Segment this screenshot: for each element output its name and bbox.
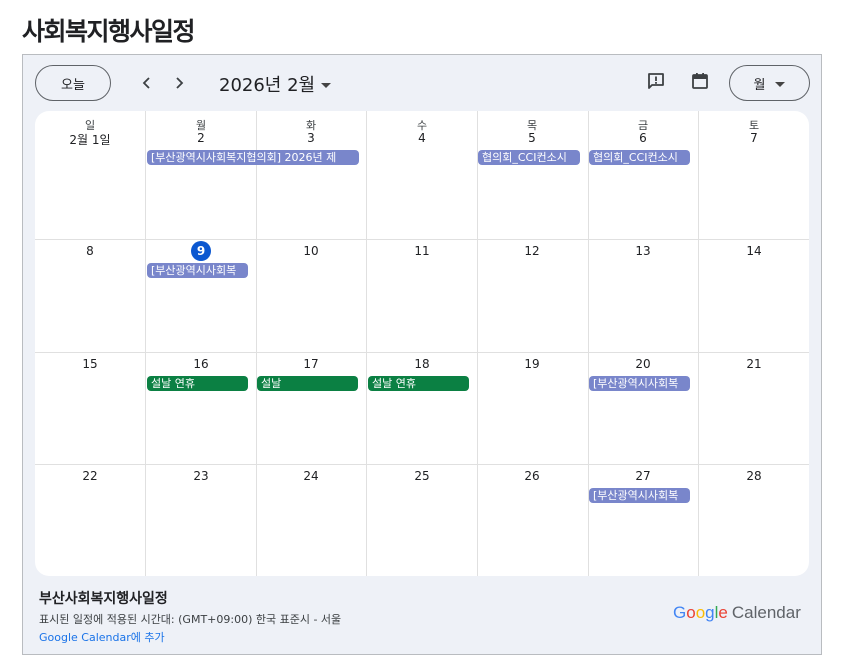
calendar-embed: 오늘 2026년 2월 월 일 월 화 수 목 금 토 2월 1일 2 3 4 … — [22, 54, 822, 655]
page-title: 사회복지행사일정 — [22, 17, 196, 46]
next-month-button[interactable] — [165, 69, 193, 97]
today-day-number[interactable]: 9 — [191, 241, 211, 261]
event-chip[interactable]: 설날 — [257, 376, 358, 391]
day-cell-number[interactable]: 27 — [588, 469, 698, 483]
calendar-wordmark: Calendar — [731, 603, 801, 622]
month-grid: 일 월 화 수 목 금 토 2월 1일 2 3 4 5 6 7 8 9 10 1… — [35, 111, 809, 576]
timezone-note: 표시된 일정에 적용된 시간대: (GMT+09:00) 한국 표준시 - 서울 — [39, 613, 342, 626]
day-cell-number[interactable]: 20 — [588, 357, 698, 371]
chevron-left-icon — [141, 74, 153, 93]
day-cell-number[interactable]: 10 — [256, 244, 366, 258]
view-mode-label: 월 — [753, 77, 766, 93]
event-chip[interactable]: 설날 연휴 — [147, 376, 248, 391]
chevron-right-icon — [173, 74, 185, 93]
day-cell-number[interactable]: 16 — [146, 357, 256, 371]
day-cell-number[interactable]: 13 — [588, 244, 698, 258]
prev-month-button[interactable] — [133, 69, 161, 97]
grid-divider — [256, 111, 257, 576]
add-to-google-calendar-link[interactable]: Google Calendar에 추가 — [39, 629, 165, 645]
event-chip[interactable]: [부산광역시사회복지협의회] 2026년 제 — [147, 150, 359, 165]
day-cell-number[interactable]: 15 — [35, 357, 145, 371]
event-chip[interactable]: [부산광역시사회복 — [147, 263, 248, 278]
day-cell-number[interactable]: 8 — [35, 244, 145, 258]
day-cell-number[interactable]: 23 — [146, 469, 256, 483]
day-cell-number[interactable]: 4 — [367, 131, 477, 145]
day-cell-number[interactable]: 17 — [256, 357, 366, 371]
dropdown-caret-icon — [775, 81, 786, 87]
day-cell-number[interactable]: 2월 1일 — [35, 131, 145, 148]
day-cell-number[interactable]: 22 — [35, 469, 145, 483]
event-chip[interactable]: 설날 연휴 — [368, 376, 469, 391]
grid-divider — [145, 111, 146, 576]
calendar-icon — [691, 72, 709, 94]
day-cell-number[interactable]: 6 — [588, 131, 698, 145]
grid-divider — [477, 111, 478, 576]
day-cell-number[interactable]: 7 — [699, 131, 809, 145]
month-selector[interactable]: 2026년 2월 — [219, 71, 332, 97]
day-cell-number[interactable]: 19 — [477, 357, 587, 371]
calendar-name: 부산사회복지행사일정 — [39, 591, 168, 607]
day-cell-number[interactable]: 21 — [699, 357, 809, 371]
grid-divider — [35, 464, 809, 465]
dropdown-caret-icon — [321, 82, 332, 88]
day-cell-number[interactable]: 24 — [256, 469, 366, 483]
event-chip[interactable]: 협의회_CCI컨소시 — [478, 150, 580, 165]
event-chip[interactable]: 협의회_CCI컨소시 — [589, 150, 690, 165]
day-cell-number[interactable]: 28 — [699, 469, 809, 483]
view-mode-dropdown[interactable]: 월 — [729, 65, 810, 101]
day-cell-number[interactable]: 14 — [699, 244, 809, 258]
grid-divider — [366, 111, 367, 576]
calendar-toolbar: 오늘 2026년 2월 월 — [23, 55, 821, 111]
month-label: 2026년 2월 — [219, 75, 316, 96]
day-cell-number[interactable]: 5 — [477, 131, 587, 145]
feedback-icon — [647, 72, 665, 94]
day-cell-number[interactable]: 25 — [367, 469, 477, 483]
day-cell-number[interactable]: 3 — [256, 131, 366, 145]
day-cell-number[interactable]: 2 — [146, 131, 256, 145]
day-cell-number[interactable]: 26 — [477, 469, 587, 483]
feedback-button[interactable] — [645, 72, 667, 94]
grid-divider — [35, 352, 809, 353]
grid-divider — [698, 111, 699, 576]
google-calendar-logo[interactable]: Google Calendar — [673, 603, 801, 623]
today-button[interactable]: 오늘 — [35, 65, 111, 101]
day-cell-number[interactable]: 12 — [477, 244, 587, 258]
calendar-view-button[interactable] — [689, 72, 711, 94]
google-wordmark: Google — [673, 603, 728, 622]
day-cell-number[interactable]: 11 — [367, 244, 477, 258]
event-chip[interactable]: [부산광역시사회복 — [589, 488, 690, 503]
event-chip[interactable]: [부산광역시사회복 — [589, 376, 690, 391]
grid-divider — [588, 111, 589, 576]
grid-divider — [35, 239, 809, 240]
day-cell-number[interactable]: 18 — [367, 357, 477, 371]
